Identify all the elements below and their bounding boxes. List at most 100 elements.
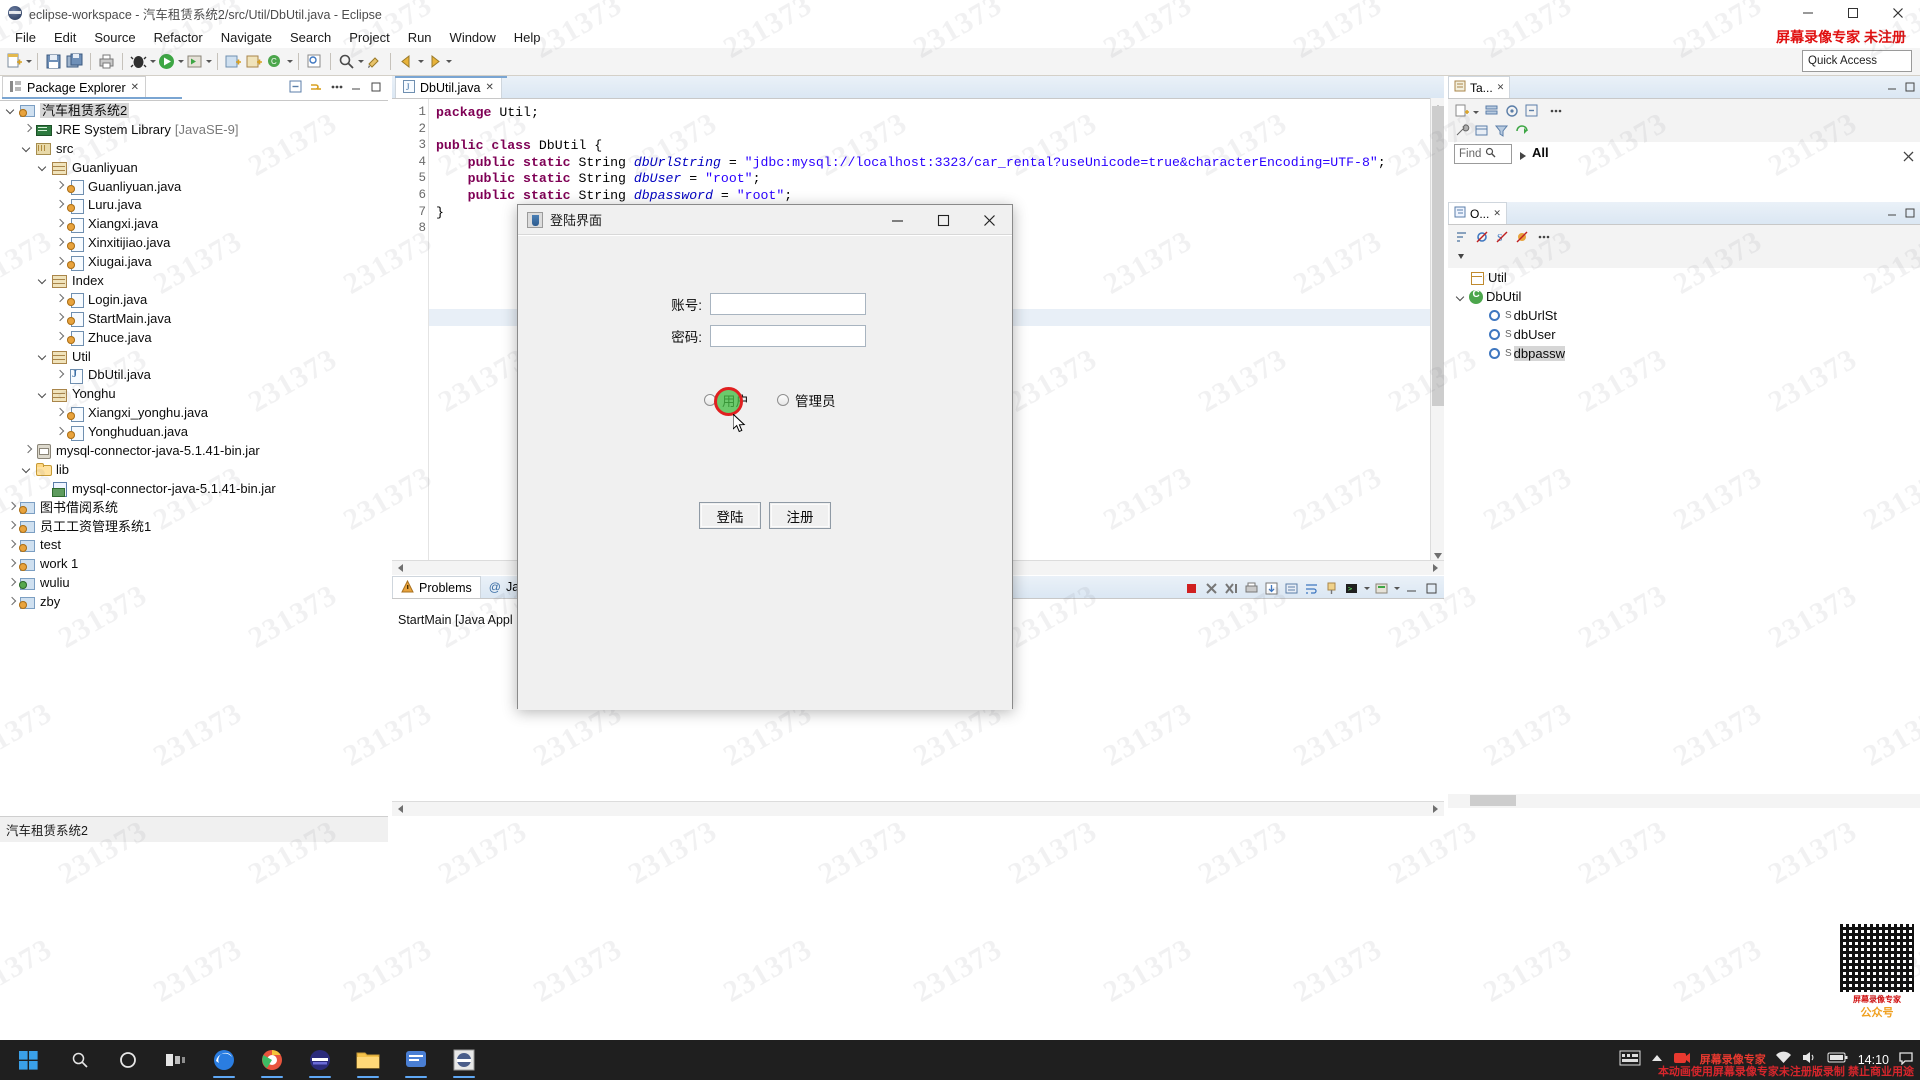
outline-menu-icon[interactable] <box>1536 229 1552 250</box>
chevron-right-icon[interactable] <box>54 237 66 249</box>
tree-item[interactable]: test <box>0 535 388 554</box>
chevron-down-icon[interactable] <box>38 350 50 362</box>
open-type-icon[interactable] <box>305 52 324 71</box>
hide-fields-icon[interactable] <box>1474 229 1490 250</box>
categorize-icon[interactable] <box>1484 103 1500 124</box>
chevron-right-icon[interactable] <box>6 539 18 551</box>
scrollbar-thumb[interactable] <box>1470 795 1516 806</box>
pin-console-icon[interactable] <box>1323 580 1340 597</box>
chevron-right-icon[interactable] <box>54 407 66 419</box>
tree-item[interactable]: StartMain.java <box>0 309 388 328</box>
menu-navigate[interactable]: Navigate <box>212 28 281 47</box>
close-icon[interactable]: ✕ <box>485 82 493 93</box>
chevron-right-icon[interactable] <box>6 558 18 570</box>
account-input[interactable] <box>710 293 866 315</box>
outline-tree[interactable]: UtilDbUtilSdbUrlStSdbUserSdbpassw <box>1448 268 1920 768</box>
chevron-right-icon[interactable] <box>54 256 66 268</box>
tree-item[interactable]: lib <box>0 460 388 479</box>
focus-icon[interactable] <box>1504 103 1520 124</box>
tab-dbutil-java[interactable]: J DbUtil.java ✕ <box>395 76 502 98</box>
outline-item[interactable]: SdbUser <box>1448 325 1920 344</box>
menu-project[interactable]: Project <box>340 28 398 47</box>
tab-package-explorer[interactable]: Package Explorer ✕ <box>2 76 147 98</box>
tree-item[interactable]: wuliu <box>0 573 388 592</box>
outline-horizontal-scrollbar[interactable] <box>1448 794 1920 808</box>
chevron-down-icon[interactable] <box>38 161 50 173</box>
chevron-right-icon[interactable] <box>6 520 18 532</box>
minimize-view-icon[interactable] <box>1885 206 1899 220</box>
print-console-icon[interactable] <box>1243 580 1260 597</box>
chevron-right-icon[interactable] <box>54 426 66 438</box>
minimize-view-icon[interactable] <box>348 79 364 95</box>
forward-caret[interactable] <box>445 52 452 71</box>
scroll-down-arrow[interactable] <box>1433 548 1443 559</box>
scroll-right-arrow[interactable] <box>1433 564 1438 572</box>
tab-task-list[interactable]: Ta... ✕ <box>1448 76 1511 98</box>
chevron-down-icon[interactable] <box>22 142 34 154</box>
menu-search[interactable]: Search <box>281 28 340 47</box>
new-java-project-icon[interactable] <box>224 52 243 71</box>
run-external-icon[interactable] <box>185 52 204 71</box>
outline-item[interactable]: Util <box>1448 268 1920 287</box>
back-caret[interactable] <box>417 52 424 71</box>
menu-window[interactable]: Window <box>441 28 505 47</box>
tab-problems[interactable]: Problems <box>392 576 481 598</box>
chevron-down-icon[interactable] <box>38 274 50 286</box>
tree-item[interactable]: zby <box>0 592 388 611</box>
minimize-view-icon[interactable] <box>1885 80 1899 94</box>
forward-icon[interactable] <box>425 52 444 71</box>
task-caret[interactable] <box>1472 103 1479 122</box>
chevron-right-icon[interactable] <box>54 199 66 211</box>
tree-item[interactable]: Luru.java <box>0 195 388 214</box>
run-dropdown-caret[interactable] <box>177 52 184 71</box>
menu-edit[interactable]: Edit <box>45 28 85 47</box>
menu-run[interactable]: Run <box>399 28 441 47</box>
console-scroll-left-arrow[interactable] <box>398 805 403 813</box>
console-caret-1[interactable] <box>1363 579 1370 598</box>
find-input[interactable]: Find <box>1454 144 1512 164</box>
word-wrap-icon[interactable] <box>1303 580 1320 597</box>
tree-item[interactable]: Xinxitijiao.java <box>0 233 388 252</box>
tree-item[interactable]: 图书借阅系统 <box>0 498 388 517</box>
new-package-icon[interactable] <box>245 52 264 71</box>
chevron-right-icon[interactable] <box>1518 149 1528 167</box>
tree-item[interactable]: Util <box>0 347 388 366</box>
wrench-icon[interactable] <box>1454 123 1470 144</box>
last-edit-icon[interactable] <box>365 52 384 71</box>
tree-item[interactable]: work 1 <box>0 554 388 573</box>
tab-outline[interactable]: O... ✕ <box>1448 202 1507 224</box>
outline-item[interactable]: Sdbpassw <box>1448 344 1920 363</box>
close-icon[interactable]: ✕ <box>1493 208 1501 219</box>
all-filter-label[interactable]: All <box>1532 145 1549 160</box>
export-icon[interactable] <box>1263 580 1280 597</box>
chevron-down-icon[interactable] <box>38 388 50 400</box>
chevron-right-icon[interactable] <box>54 218 66 230</box>
window-minimize-button[interactable] <box>1785 0 1830 26</box>
link-with-editor-icon[interactable] <box>308 79 324 95</box>
window-close-button[interactable] <box>1875 0 1920 26</box>
tree-item[interactable]: src <box>0 139 388 158</box>
chevron-right-icon[interactable] <box>54 331 66 343</box>
console-scroll-right-arrow[interactable] <box>1433 805 1438 813</box>
login-button[interactable]: 登陆 <box>699 502 761 529</box>
menu-file[interactable]: File <box>6 28 45 47</box>
tree-item[interactable]: Xiugai.java <box>0 252 388 271</box>
task-repo-icon[interactable] <box>1474 123 1490 144</box>
tree-item[interactable]: Xiangxi_yonghu.java <box>0 403 388 422</box>
search-icon[interactable] <box>1485 147 1496 161</box>
chevron-down-icon[interactable] <box>22 463 34 475</box>
search-icon[interactable] <box>337 52 356 71</box>
menu-refactor[interactable]: Refactor <box>145 28 212 47</box>
dialog-minimize-button[interactable] <box>874 205 920 235</box>
tree-item[interactable]: Index <box>0 271 388 290</box>
new-dropdown-caret[interactable] <box>25 52 32 71</box>
debug-icon[interactable] <box>129 52 148 71</box>
scroll-left-arrow[interactable] <box>398 564 403 572</box>
maximize-view-icon[interactable] <box>368 79 384 95</box>
tree-item[interactable]: Guanliyuan <box>0 158 388 177</box>
remove-launch-icon[interactable] <box>1203 580 1220 597</box>
new-icon[interactable] <box>5 52 24 71</box>
maximize-view-icon[interactable] <box>1903 80 1917 94</box>
register-button[interactable]: 注册 <box>769 502 831 529</box>
menu-source[interactable]: Source <box>85 28 144 47</box>
